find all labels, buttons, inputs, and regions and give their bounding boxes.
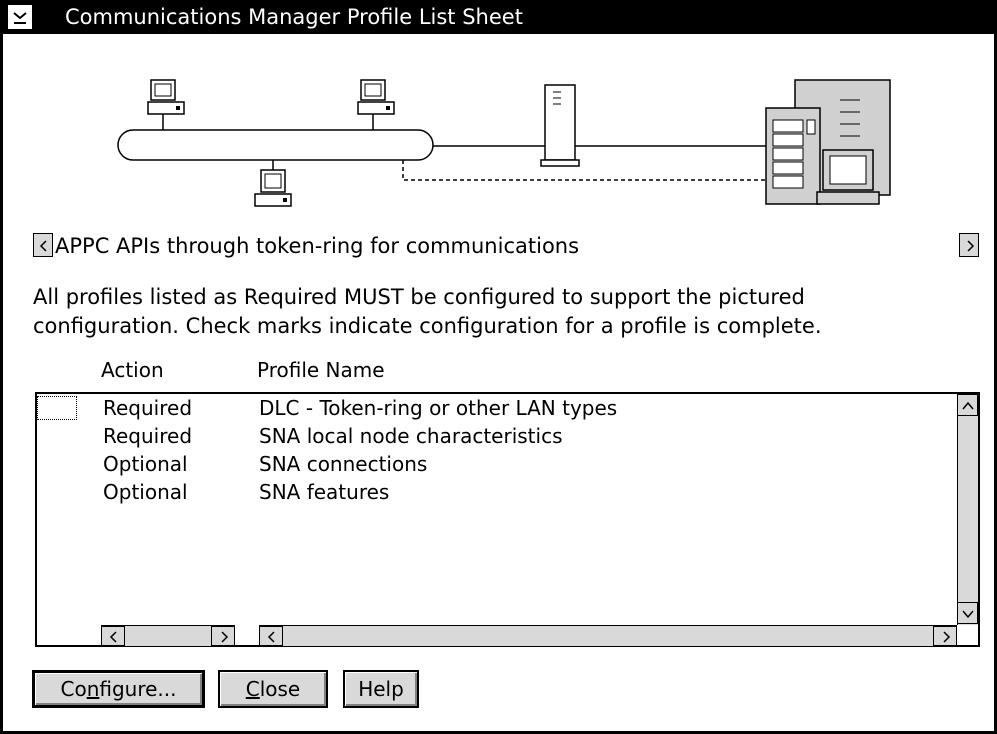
profile-list-window: Communications Manager Profile List Shee…: [0, 0, 997, 734]
profile-listbox[interactable]: Required DLC - Token-ring or other LAN t…: [35, 392, 980, 647]
title-bar[interactable]: Communications Manager Profile List Shee…: [3, 0, 994, 34]
close-button[interactable]: Close: [218, 670, 328, 708]
workstation-icon: [357, 79, 395, 130]
list-item[interactable]: Required SNA local node characteristics: [37, 422, 957, 450]
column-header-profile-name: Profile Name: [257, 358, 385, 382]
configure-label-part: figure...: [99, 677, 177, 701]
window-title: Communications Manager Profile List Shee…: [65, 5, 523, 29]
network-diagram: [117, 79, 891, 207]
system-menu-icon[interactable]: [7, 4, 33, 30]
scroll-left-button[interactable]: [259, 626, 283, 646]
host-computer-icon: [765, 79, 891, 205]
scroll-down-arrow-icon: [962, 610, 974, 619]
action-cell: Optional: [103, 452, 188, 476]
action-cell: Required: [103, 424, 193, 448]
close-mnemonic: C: [245, 677, 260, 701]
list-item[interactable]: Optional SNA connections: [37, 450, 957, 478]
instructions-line-2: configuration. Check marks indicate conf…: [33, 314, 822, 338]
scroll-right-arrow-icon: [943, 631, 951, 643]
profile-cell: SNA connections: [259, 452, 428, 476]
action-column-scrollbar[interactable]: [101, 625, 235, 646]
config-scroll-right-button[interactable]: [959, 233, 979, 257]
server-tower-icon: [540, 84, 580, 167]
workstation-icon: [147, 79, 185, 130]
scroll-right-arrow-icon: [221, 631, 229, 643]
help-button[interactable]: Help: [343, 670, 419, 708]
scroll-down-button[interactable]: [957, 602, 978, 624]
action-cell: Required: [103, 396, 193, 420]
scroll-right-button[interactable]: [211, 626, 235, 646]
scroll-up-arrow-icon: [962, 401, 974, 410]
scroll-left-arrow-icon: [39, 240, 47, 252]
profile-column-scrollbar[interactable]: [259, 625, 957, 646]
configuration-title: APPC APIs through token-ring for communi…: [55, 234, 580, 258]
close-label-part: lose: [259, 677, 301, 701]
completion-checkbox: [37, 396, 77, 420]
configure-label-part: Co: [60, 677, 87, 701]
list-item[interactable]: Optional SNA features: [37, 478, 957, 506]
scroll-left-arrow-icon: [109, 631, 117, 643]
action-cell: Optional: [103, 480, 188, 504]
profile-cell: SNA local node characteristics: [259, 424, 563, 448]
column-header-action: Action: [101, 358, 164, 382]
scroll-right-button[interactable]: [933, 626, 957, 646]
configure-mnemonic: n: [86, 677, 100, 701]
scroll-up-button[interactable]: [957, 394, 978, 416]
configure-button[interactable]: Configure...: [32, 670, 205, 708]
instructions-text: All profiles listed as Required MUST be …: [33, 283, 822, 341]
profile-cell: DLC - Token-ring or other LAN types: [259, 396, 618, 420]
scroll-right-arrow-icon: [967, 240, 975, 252]
workstation-icon: [254, 160, 292, 207]
profile-cell: SNA features: [259, 480, 390, 504]
instructions-line-1: All profiles listed as Required MUST be …: [33, 285, 805, 309]
token-ring-lan: [117, 129, 773, 181]
list-item[interactable]: Required DLC - Token-ring or other LAN t…: [37, 394, 957, 422]
config-scroll-left-button[interactable]: [33, 233, 53, 257]
scroll-left-arrow-icon: [267, 631, 275, 643]
vertical-scrollbar[interactable]: [957, 394, 978, 625]
scroll-left-button[interactable]: [101, 626, 125, 646]
